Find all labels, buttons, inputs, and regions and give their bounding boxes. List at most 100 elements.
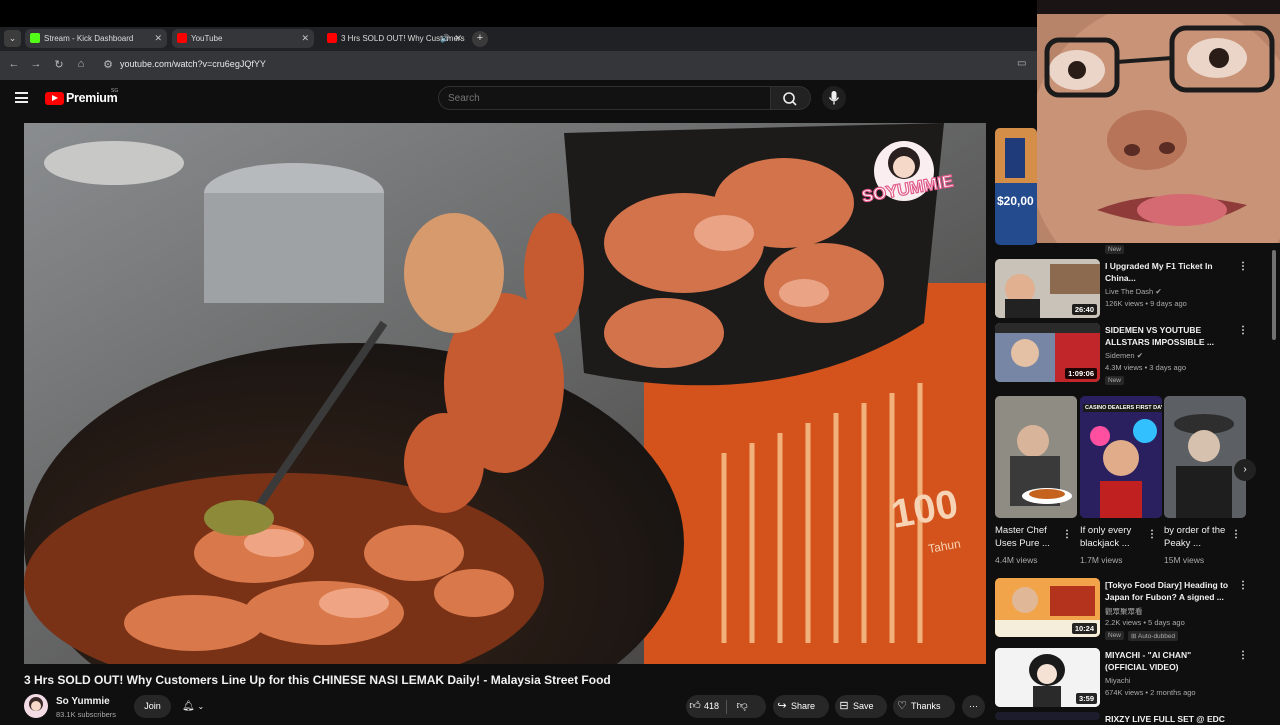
short-views: 4.4M views [995,555,1038,565]
more-options-icon[interactable]: ⋮ [1238,580,1248,591]
share-arrow-icon: ↪ [777,700,787,712]
tab-search-chevron-icon[interactable]: ⌄ [4,30,21,47]
auto-dubbed-label: Auto-dubbed [1137,633,1176,640]
short-views: 1.7M views [1080,555,1123,565]
short-title[interactable]: by order of the Peaky ... [1164,524,1236,550]
join-button[interactable]: Join [134,695,171,718]
recommendation-channel[interactable]: 觀眾聚眾看 [1105,606,1143,617]
voice-search-button[interactable] [822,86,846,110]
reload-icon[interactable]: ↻ [52,58,66,71]
save-button[interactable]: ⊟ Save [835,695,887,718]
back-arrow-icon[interactable]: ← [7,58,21,70]
short-title[interactable]: Master Chef Uses Pure ... [995,524,1067,550]
tab-close-icon[interactable]: ✕ [454,29,462,48]
video-player[interactable]: 100 Tahun SOYUMMIE [24,123,986,664]
recommendation-title[interactable]: SIDEMEN VS YOUTUBE ALLSTARS IMPOSSIBLE .… [1105,324,1233,348]
recommendation-thumbnail[interactable]: 26:40 [995,259,1100,318]
more-options-icon[interactable]: ⋮ [1238,650,1248,661]
thanks-label: Thanks [911,701,941,711]
browser-tab-video[interactable]: 3 Hrs SOLD OUT! Why Customers Line Up fo… [322,29,467,48]
like-dislike-group: 👍︎ 418 👎︎ [686,695,766,718]
thumbnail-art [1080,396,1162,518]
more-actions-button[interactable]: ⋯ [962,695,985,718]
channel-name: Live The Dash [1105,287,1154,296]
recommendation-meta: 126K views • 9 days ago [1105,299,1187,308]
share-button[interactable]: ↪ Share [773,695,829,718]
more-options-icon[interactable]: ⋮ [1238,325,1248,336]
channel-name[interactable]: So Yummie [56,696,110,707]
share-label: Share [791,701,816,711]
short-thumbnail[interactable] [995,396,1077,518]
home-icon[interactable]: ⌂ [74,58,88,70]
site-settings-icon[interactable]: ⚙ [101,58,115,71]
new-badge: New [1105,245,1125,254]
video-duration: 1:09:06 [1065,368,1097,379]
recommendation-title[interactable]: MIYACHI - "AI CHAN" (OFFICIAL VIDEO) [1105,649,1233,673]
recommendation-channel[interactable]: Live The Dash ✔ [1105,287,1162,296]
video-frame: 100 Tahun SOYUMMIE [24,123,986,664]
more-options-icon[interactable]: ⋮ [1062,529,1072,540]
subscription-bell-button[interactable]: 🔔︎ ⌄ [178,695,221,718]
webcam-face-image [1037,0,1280,243]
region-code: SG [111,88,119,94]
short-thumbnail[interactable]: CASINO DEALERS FIRST DAY: [1080,396,1162,518]
browser-tab-youtube[interactable]: YouTube ✕ [172,29,314,48]
speaker-icon[interactable]: 🔊 [440,29,450,48]
channel-name: Sidemen [1105,351,1135,360]
recommendation-title[interactable]: I Upgraded My F1 Ticket In China... [1105,260,1233,284]
channel-avatar[interactable] [24,694,48,718]
short-title[interactable]: If only every blackjack ... [1080,524,1152,550]
like-button[interactable]: 👍︎ 418 [686,700,720,712]
avatar-illustration [29,697,43,711]
sidebar-scrollbar[interactable] [1272,250,1276,340]
more-options-icon[interactable]: ⋮ [1238,261,1248,272]
new-tab-plus-icon[interactable]: + [472,31,488,47]
recommendation-thumbnail[interactable]: 3:59 [995,648,1100,707]
search-input[interactable] [438,86,771,110]
more-options-icon[interactable]: ⋮ [1147,529,1157,540]
youtube-favicon-icon [327,33,337,43]
recommendation-thumbnail[interactable] [995,712,1100,720]
webcam-overlay [1037,0,1280,243]
youtube-premium-brand[interactable]: Premium [66,91,118,105]
recommendation-channel[interactable]: Miyachi [1105,676,1130,685]
recommendation-thumbnail[interactable]: 10:24 [995,578,1100,637]
recommendation-thumbnail-top[interactable]: $20,00 [995,128,1037,245]
tab-title: Stream - Kick Dashboard [44,34,134,43]
recommendation-title[interactable]: [Tokyo Food Diary] Heading to Japan for … [1105,579,1233,603]
search-button[interactable] [771,86,811,110]
menu-icon[interactable] [15,92,28,103]
shorts-next-arrow-icon[interactable]: › [1234,459,1256,481]
video-duration: 3:59 [1075,693,1097,704]
thumbs-up-icon: 👍︎ [689,700,701,712]
search-icon [783,92,797,106]
more-icon: ⋯ [969,701,978,711]
verified-check-icon: ✔ [1155,287,1162,296]
thumbnail-text: $20,00 [997,194,1034,208]
tab-close-icon[interactable]: ✕ [301,29,309,48]
short-thumbnail-text: CASINO DEALERS FIRST DAY: [1083,404,1162,412]
video-title: 3 Hrs SOLD OUT! Why Customers Line Up fo… [24,673,611,687]
recommendation-thumbnail[interactable]: 1:09:06 [995,323,1100,382]
microphone-icon [828,91,840,105]
url-field[interactable]: youtube.com/watch?v=cru6egJQfYY [120,59,266,69]
recommendation-title[interactable]: RIXZY LIVE FULL SET @ EDC [1105,713,1233,725]
browser-tab-kick[interactable]: Stream - Kick Dashboard ✕ [25,29,167,48]
bookmark-icon: ⊟ [839,700,849,712]
tab-close-icon[interactable]: ✕ [154,29,162,48]
youtube-logo-icon[interactable] [45,92,64,105]
cast-icon[interactable]: ▭ [1017,58,1026,69]
short-thumbnail[interactable] [1164,396,1246,518]
thanks-button[interactable]: ♡ Thanks [893,695,955,718]
bell-icon: 🔔︎ [182,701,195,712]
new-badge: New [1105,376,1125,385]
forward-arrow-icon[interactable]: → [29,58,43,70]
recommendation-meta: 4.3M views • 3 days ago [1105,363,1186,372]
more-options-icon[interactable]: ⋮ [1231,529,1241,540]
recommendation-channel[interactable]: Sidemen ✔ [1105,351,1143,360]
recommendation-meta: 674K views • 2 months ago [1105,688,1196,697]
like-count: 418 [704,701,720,711]
thumbnail-art [995,396,1077,518]
thumbs-down-icon[interactable]: 👎︎ [733,695,751,718]
thumbnail-art [995,128,1037,183]
